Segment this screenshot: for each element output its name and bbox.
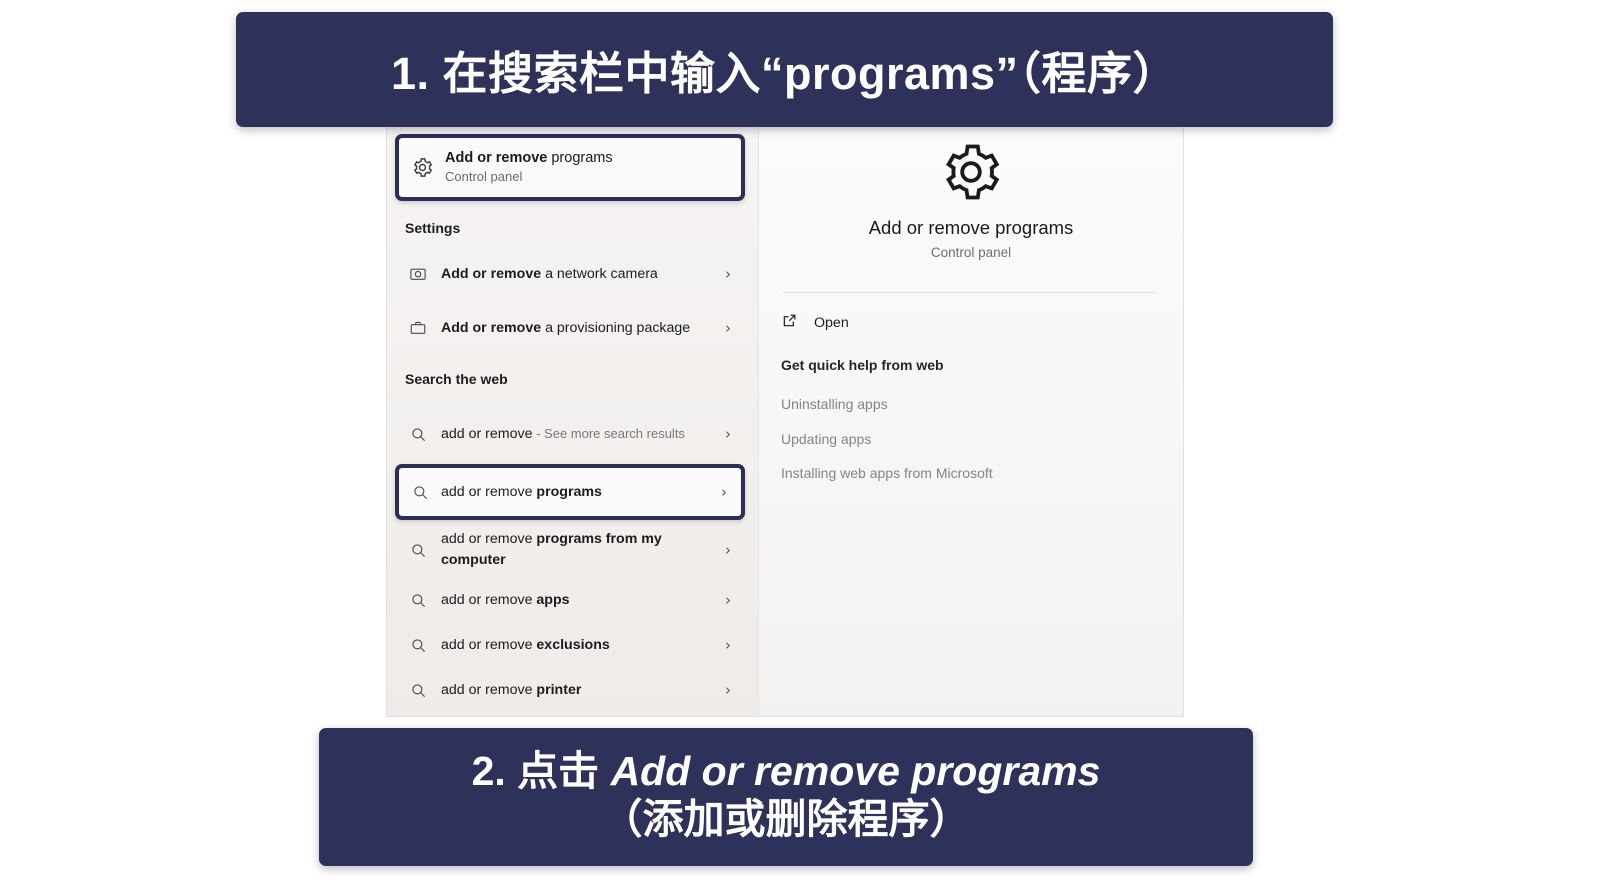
preview-title: Add or remove programs: [868, 217, 1074, 238]
web-item-label-regular: add or remove: [441, 483, 537, 500]
quick-help-heading: Get quick help from web: [781, 357, 944, 373]
open-label: Open: [814, 315, 849, 331]
settings-item-label: Add or remove a network camera: [441, 264, 711, 285]
web-item-add-or-remove-printer[interactable]: add or remove printer ›: [395, 672, 745, 708]
help-link-installing-web-apps[interactable]: Installing web apps from Microsoft: [781, 465, 993, 481]
search-preview-column: Add or remove programs Control panel Ope…: [758, 126, 1183, 716]
help-link-uninstalling-apps[interactable]: Uninstalling apps: [781, 396, 888, 412]
best-match-title-rest: programs: [547, 150, 613, 167]
web-item-add-or-remove-exclusions[interactable]: add or remove exclusions ›: [395, 627, 745, 663]
instruction-banner-step-2-line-1: 2. 点击 Add or remove programs: [472, 747, 1101, 795]
web-item-add-or-remove-programs[interactable]: add or remove programs ›: [395, 464, 745, 520]
web-item-label-regular: add or remove: [441, 531, 537, 548]
web-item-programs-from-my-computer[interactable]: add or remove programs from my computer …: [395, 524, 745, 576]
search-icon: [395, 542, 441, 559]
web-item-see-more-results[interactable]: add or remove - See more search results …: [395, 408, 745, 460]
web-item-label: add or remove apps: [441, 590, 711, 611]
search-icon: [395, 426, 441, 443]
search-icon: [395, 592, 441, 609]
package-icon: [395, 319, 441, 337]
web-item-label-regular: add or remove: [441, 425, 533, 442]
settings-item-label-rest: a provisioning package: [541, 319, 691, 336]
chevron-right-icon[interactable]: ›: [707, 483, 741, 501]
web-item-label: add or remove printer: [441, 680, 711, 701]
chevron-right-icon[interactable]: ›: [711, 265, 745, 283]
settings-item-label-bold: Add or remove: [441, 265, 542, 282]
camera-icon: [395, 265, 441, 283]
best-match-title-bold: Add or remove: [445, 150, 548, 167]
search-results-column: Add or remove programs Control panel Set…: [387, 126, 758, 716]
web-item-label-bold: programs: [536, 483, 602, 500]
web-item-label-regular: add or remove: [441, 591, 537, 608]
chevron-right-icon[interactable]: ›: [711, 541, 745, 559]
chevron-right-icon[interactable]: ›: [711, 681, 745, 699]
instruction-banner-step-1: 1. 在搜索栏中输入“programs”（程序）: [236, 12, 1333, 127]
settings-item-label: Add or remove a provisioning package: [441, 318, 711, 339]
web-item-label: add or remove - See more search results: [441, 424, 711, 445]
search-icon: [395, 682, 441, 699]
web-item-label: add or remove programs from my computer: [441, 529, 711, 570]
best-match-text: Add or remove programs Control panel: [445, 149, 613, 185]
web-item-label: add or remove exclusions: [441, 635, 711, 656]
windows-search-screenshot: Add or remove programs Control panel Set…: [387, 126, 1183, 716]
best-match-add-or-remove-programs[interactable]: Add or remove programs Control panel: [395, 134, 745, 201]
search-icon: [399, 484, 441, 501]
chevron-right-icon[interactable]: ›: [711, 425, 745, 443]
best-match-title: Add or remove programs: [445, 149, 613, 167]
web-item-label-bold: printer: [536, 681, 582, 698]
gear-icon: [399, 156, 445, 179]
search-the-web-section-header: Search the web: [405, 371, 508, 387]
gear-icon: [759, 138, 1183, 206]
settings-item-label-rest: a network camera: [541, 265, 658, 282]
settings-item-provisioning-package[interactable]: Add or remove a provisioning package ›: [395, 302, 745, 354]
settings-section-header: Settings: [405, 220, 461, 236]
chevron-right-icon[interactable]: ›: [711, 591, 745, 609]
instruction-banner-step-1-text: 1. 在搜索栏中输入“programs”（程序）: [390, 48, 1179, 99]
web-item-label: add or remove programs: [441, 482, 707, 503]
web-item-label-regular: add or remove: [441, 636, 537, 653]
instruction-banner-step-2-line-2: （添加或删除程序）: [601, 796, 971, 842]
preview-divider: [783, 292, 1155, 293]
help-link-updating-apps[interactable]: Updating apps: [781, 431, 871, 447]
web-item-label-bold: exclusions: [536, 636, 610, 653]
web-item-label-bold: apps: [536, 591, 570, 608]
step-2-english-term: Add or remove programs: [610, 747, 1101, 794]
external-link-icon: [781, 312, 798, 334]
search-icon: [395, 637, 441, 654]
settings-item-label-bold: Add or remove: [441, 319, 542, 336]
web-item-label-muted: - See more search results: [532, 425, 685, 441]
open-button[interactable]: Open: [781, 312, 849, 334]
chevron-right-icon[interactable]: ›: [711, 636, 745, 654]
chevron-right-icon[interactable]: ›: [711, 319, 745, 337]
web-item-add-or-remove-apps[interactable]: add or remove apps ›: [395, 582, 745, 618]
preview-subtitle: Control panel: [930, 245, 1012, 260]
settings-item-network-camera[interactable]: Add or remove a network camera ›: [395, 256, 745, 292]
best-match-subtitle: Control panel: [445, 169, 523, 185]
step-2-prefix: 2. 点击: [471, 747, 611, 794]
web-item-label-regular: add or remove: [441, 681, 537, 698]
instruction-banner-step-2: 2. 点击 Add or remove programs （添加或删除程序）: [319, 728, 1253, 866]
